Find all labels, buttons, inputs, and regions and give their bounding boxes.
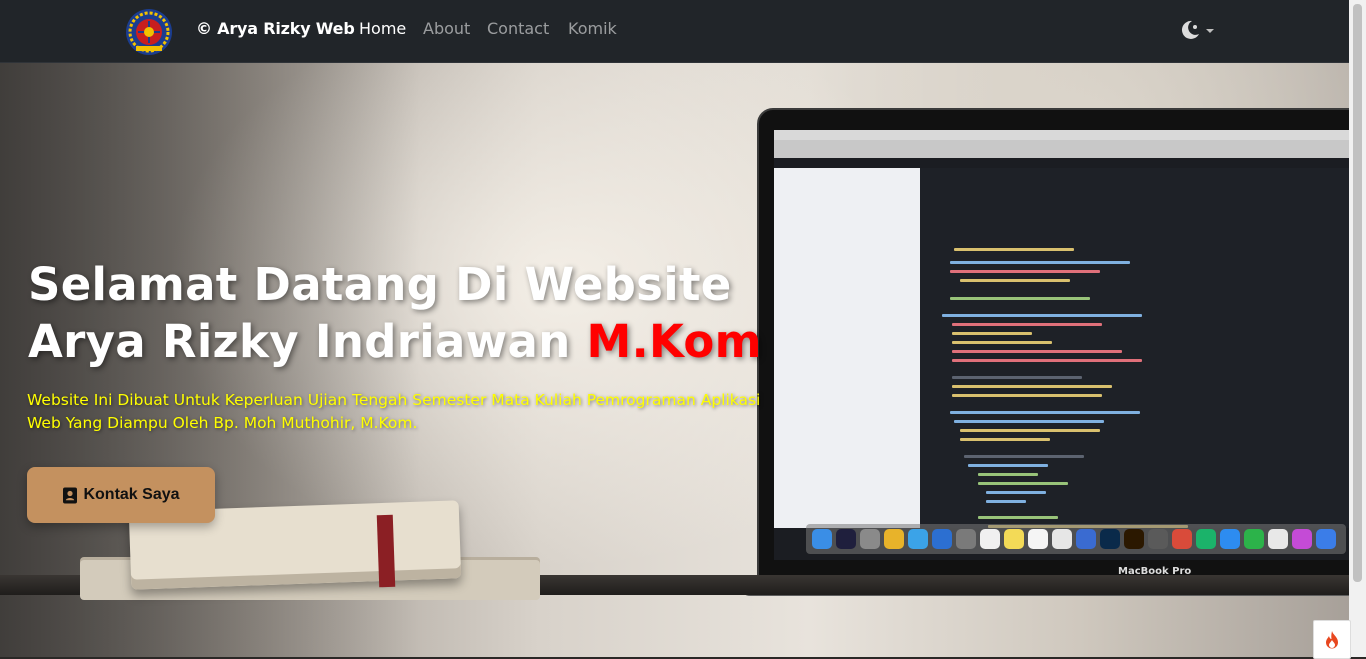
page-scrollbar[interactable]: [1349, 0, 1366, 657]
nav-contact[interactable]: Contact: [487, 19, 549, 38]
caret-down-icon: [1206, 29, 1214, 33]
contact-me-button[interactable]: Kontak Saya: [27, 467, 215, 523]
hero-title-accent: M.Kom: [586, 315, 762, 368]
university-logo-icon[interactable]: [124, 8, 174, 56]
floating-fire-button[interactable]: [1313, 620, 1351, 659]
hero-title-line2: Arya Rizky Indriawan: [28, 315, 571, 368]
hero-subtitle: Website Ini Dibuat Untuk Keperluan Ujian…: [27, 389, 777, 435]
nav-komik[interactable]: Komik: [568, 19, 617, 38]
brand-name[interactable]: © Arya Rizky Web: [196, 19, 355, 38]
screen-file-tree: [774, 168, 920, 528]
screen-menubar: [774, 130, 1350, 140]
fire-icon: [1326, 630, 1338, 648]
contact-book-icon: [63, 487, 78, 503]
hero-subtitle-line2: Web Yang Diampu Oleh Bp. Moh Muthohir, M…: [27, 414, 418, 432]
nav-about[interactable]: About: [423, 19, 470, 38]
theme-toggle-dropdown[interactable]: [1180, 19, 1220, 41]
hero-title-line1: Selamat Datang Di Website: [28, 258, 732, 311]
nav-home[interactable]: Home: [359, 19, 406, 38]
screen-toolbar: [774, 140, 1350, 158]
laptop-screen: [774, 130, 1350, 560]
moon-sun-icon: [1181, 20, 1214, 39]
book-ribbon: [376, 514, 396, 588]
hero-title: Selamat Datang Di Website Arya Rizky Ind…: [28, 256, 768, 370]
hero-subtitle-line1: Website Ini Dibuat Untuk Keperluan Ujian…: [27, 391, 761, 409]
contact-me-label: Kontak Saya: [83, 486, 180, 503]
scrollbar-thumb[interactable]: [1353, 4, 1362, 582]
navbar: © Arya Rizky Web Home About Contact Komi…: [0, 0, 1349, 63]
